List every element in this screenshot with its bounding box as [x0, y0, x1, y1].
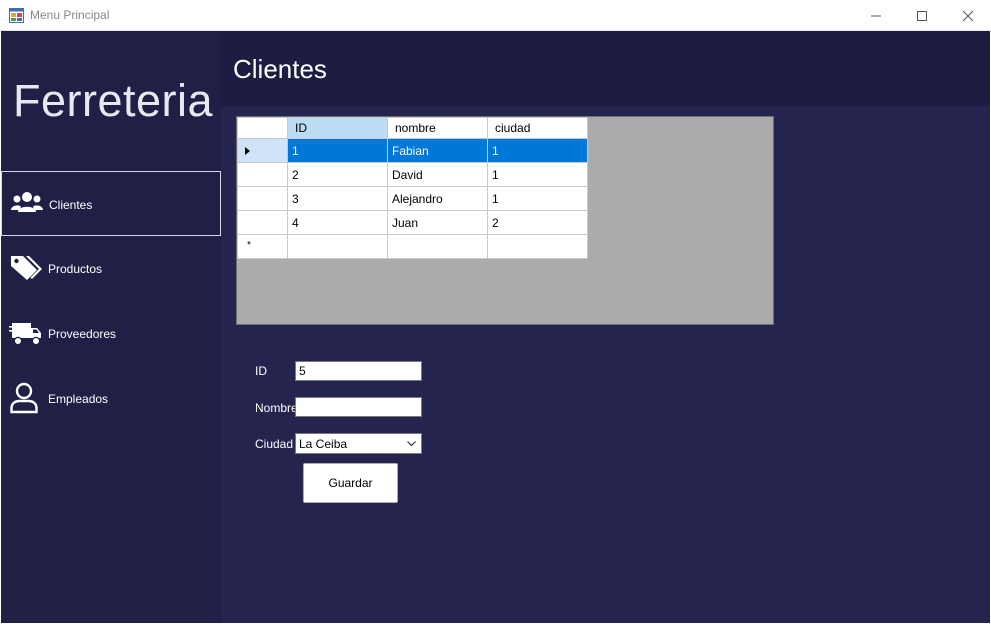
id-label: ID	[255, 364, 267, 378]
grid-cell[interactable]	[387, 234, 488, 259]
row-header[interactable]	[237, 162, 288, 187]
row-header[interactable]: *	[237, 234, 288, 259]
grid-cell[interactable]: 2	[487, 210, 588, 235]
brand-title: Ferreteria	[13, 75, 214, 126]
grid-cell[interactable]: Fabian	[387, 138, 488, 163]
row-header[interactable]	[237, 210, 288, 235]
grid-cell[interactable]: Juan	[387, 210, 488, 235]
new-row[interactable]: *	[237, 234, 588, 259]
maximize-button[interactable]	[899, 0, 945, 31]
minimize-button[interactable]	[853, 0, 899, 31]
table-row[interactable]: 1 Fabian 1	[237, 138, 588, 163]
tags-icon	[11, 256, 42, 280]
sidebar-item-label: Clientes	[49, 198, 93, 212]
table-row[interactable]: 2 David 1	[237, 162, 588, 187]
grid-cell[interactable]: Alejandro	[387, 186, 488, 211]
close-button[interactable]	[945, 0, 991, 31]
grid-header-row: ID nombre ciudad	[237, 117, 588, 139]
sidebar-item-productos[interactable]: Productos	[1, 236, 221, 301]
column-header-nombre[interactable]: nombre	[387, 117, 488, 139]
table-row[interactable]: 3 Alejandro 1	[237, 186, 588, 211]
page-title: Clientes	[233, 54, 327, 84]
user-icon	[10, 382, 38, 414]
grid-cell[interactable]: 1	[287, 138, 388, 163]
ciudad-select[interactable]: La Ceiba	[295, 433, 422, 454]
sidebar-item-label: Proveedores	[48, 327, 117, 341]
new-row-marker: *	[247, 240, 251, 251]
grid-cell[interactable]	[487, 234, 588, 259]
row-header-corner[interactable]	[237, 117, 288, 139]
sidebar-item-label: Productos	[48, 262, 103, 276]
content-header: Clientes	[221, 31, 990, 106]
grid-cell[interactable]: 2	[287, 162, 388, 187]
clientes-grid[interactable]: ID nombre ciudad 1 Fabian 1 2 David 1 3 …	[236, 116, 774, 325]
ciudad-selected-value: La Ceiba	[299, 437, 348, 451]
close-icon	[962, 10, 974, 21]
nombre-label: Nombre	[255, 401, 298, 415]
window-title: Menu Principal	[30, 8, 110, 22]
grid-table: ID nombre ciudad 1 Fabian 1 2 David 1 3 …	[237, 117, 588, 259]
app-form-icon	[9, 8, 24, 23]
maximize-icon	[917, 10, 927, 21]
column-header-id[interactable]: ID	[287, 117, 388, 139]
sidebar-item-label: Empleados	[48, 392, 109, 406]
table-row[interactable]: 4 Juan 2	[237, 210, 588, 235]
sidebar-item-proveedores[interactable]: Proveedores	[1, 301, 221, 366]
truck-icon	[9, 323, 41, 346]
row-header[interactable]	[237, 138, 288, 163]
grid-cell[interactable]: David	[387, 162, 488, 187]
chevron-down-icon	[407, 441, 416, 447]
sidebar-item-clientes[interactable]: Clientes	[1, 171, 221, 236]
id-input[interactable]	[295, 361, 422, 381]
grid-cell[interactable]: 1	[487, 162, 588, 187]
minimize-icon	[871, 15, 881, 16]
current-row-arrow-icon	[245, 147, 250, 155]
guardar-button[interactable]: Guardar	[303, 463, 398, 503]
grid-cell[interactable]: 4	[287, 210, 388, 235]
nombre-input[interactable]	[295, 397, 422, 417]
sidebar-item-empleados[interactable]: Empleados	[1, 366, 221, 431]
column-header-ciudad[interactable]: ciudad	[487, 117, 588, 139]
ciudad-label: Ciudad	[255, 437, 294, 451]
grid-cell[interactable]: 1	[487, 138, 588, 163]
users-icon	[11, 192, 43, 212]
row-header[interactable]	[237, 186, 288, 211]
grid-cell[interactable]: 1	[487, 186, 588, 211]
title-bar: Menu Principal	[0, 0, 991, 31]
grid-cell[interactable]: 3	[287, 186, 388, 211]
grid-cell[interactable]	[287, 234, 388, 259]
